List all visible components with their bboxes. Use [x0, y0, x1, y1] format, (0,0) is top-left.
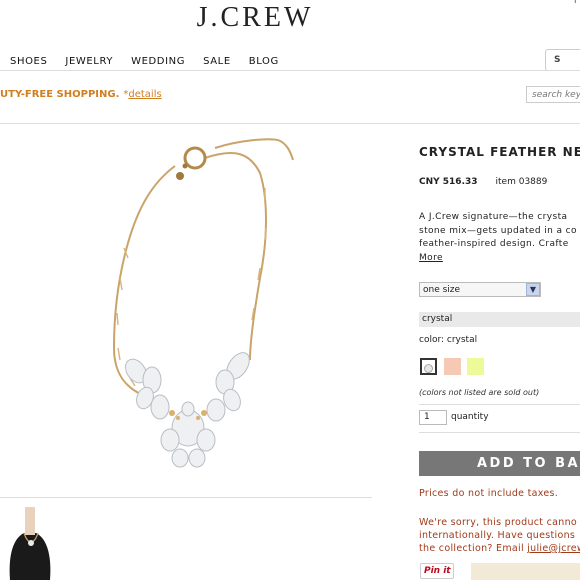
nav-item-jewelry[interactable]: JEWELRY	[65, 56, 113, 70]
nav-item-wedding[interactable]: WEDDING	[131, 56, 185, 70]
description-line: stone mix—gets updated in a co	[419, 225, 577, 236]
description-line: feather-inspired design. Crafte	[419, 239, 569, 249]
tax-note: Prices do not include taxes.	[419, 488, 559, 499]
color-label: color: crystal	[419, 335, 478, 345]
search-input[interactable]: search key	[526, 86, 580, 103]
size-select[interactable]: one size	[419, 282, 541, 297]
top-corner-mark: ı	[574, 0, 577, 6]
model-thumbnail[interactable]	[0, 503, 60, 580]
options-divider	[419, 404, 580, 405]
header-divider	[0, 70, 580, 71]
quantity-divider	[419, 432, 580, 433]
shipping-notice-text: the collection? Email	[419, 543, 528, 554]
email-link[interactable]: julie@jcrew	[527, 543, 580, 554]
nav-item-shoes[interactable]: SHOES	[10, 56, 47, 70]
add-to-bag-button[interactable]: ADD TO BAG	[419, 451, 580, 476]
header-search-tab[interactable]: S	[545, 49, 580, 71]
image-divider	[0, 497, 372, 498]
sold-out-note: (colors not listed are sold out)	[419, 388, 540, 397]
description-line: A J.Crew signature—the crysta	[419, 212, 568, 222]
quantity-label: quantity	[451, 412, 489, 422]
product-title: CRYSTAL FEATHER NEC	[419, 145, 580, 159]
price-row: CNY 516.33 item 03889	[419, 177, 547, 187]
swatch-pink[interactable]	[444, 358, 461, 375]
swatch-yellow[interactable]	[467, 358, 484, 375]
color-select[interactable]: crystal	[419, 312, 580, 327]
promo-details-link[interactable]: details	[128, 89, 161, 100]
shipping-notice-line: We're sorry, this product canno	[419, 517, 578, 528]
quantity-input[interactable]: 1	[419, 410, 447, 425]
product-description: A J.Crew signature—the crysta stone mix—…	[419, 211, 580, 265]
nav-item-sale[interactable]: SALE	[203, 56, 231, 70]
share-panel	[471, 563, 580, 580]
item-number: item 03889	[495, 177, 548, 187]
brand-logo[interactable]: J.CREW	[0, 2, 510, 34]
product-price: CNY 516.33	[419, 177, 478, 187]
more-link[interactable]: More	[419, 252, 580, 266]
swatch-crystal[interactable]	[420, 358, 437, 375]
pin-it-button[interactable]: Pin it	[420, 563, 454, 579]
promo-text: UTY-FREE SHOPPING.	[0, 89, 120, 100]
nav-item-blog[interactable]: BLOG	[249, 56, 279, 70]
chevron-down-icon[interactable]: ▼	[526, 283, 540, 296]
necklace-product-image[interactable]	[100, 128, 310, 473]
promo-banner: UTY-FREE SHOPPING. *details	[0, 89, 162, 100]
shipping-notice-line: the collection? Email julie@jcrew	[419, 543, 580, 554]
shipping-notice-line: internationally. Have questions	[419, 530, 576, 541]
promo-divider	[0, 123, 580, 124]
main-nav: SHOES JEWELRY WEDDING SALE BLOG	[10, 56, 297, 70]
